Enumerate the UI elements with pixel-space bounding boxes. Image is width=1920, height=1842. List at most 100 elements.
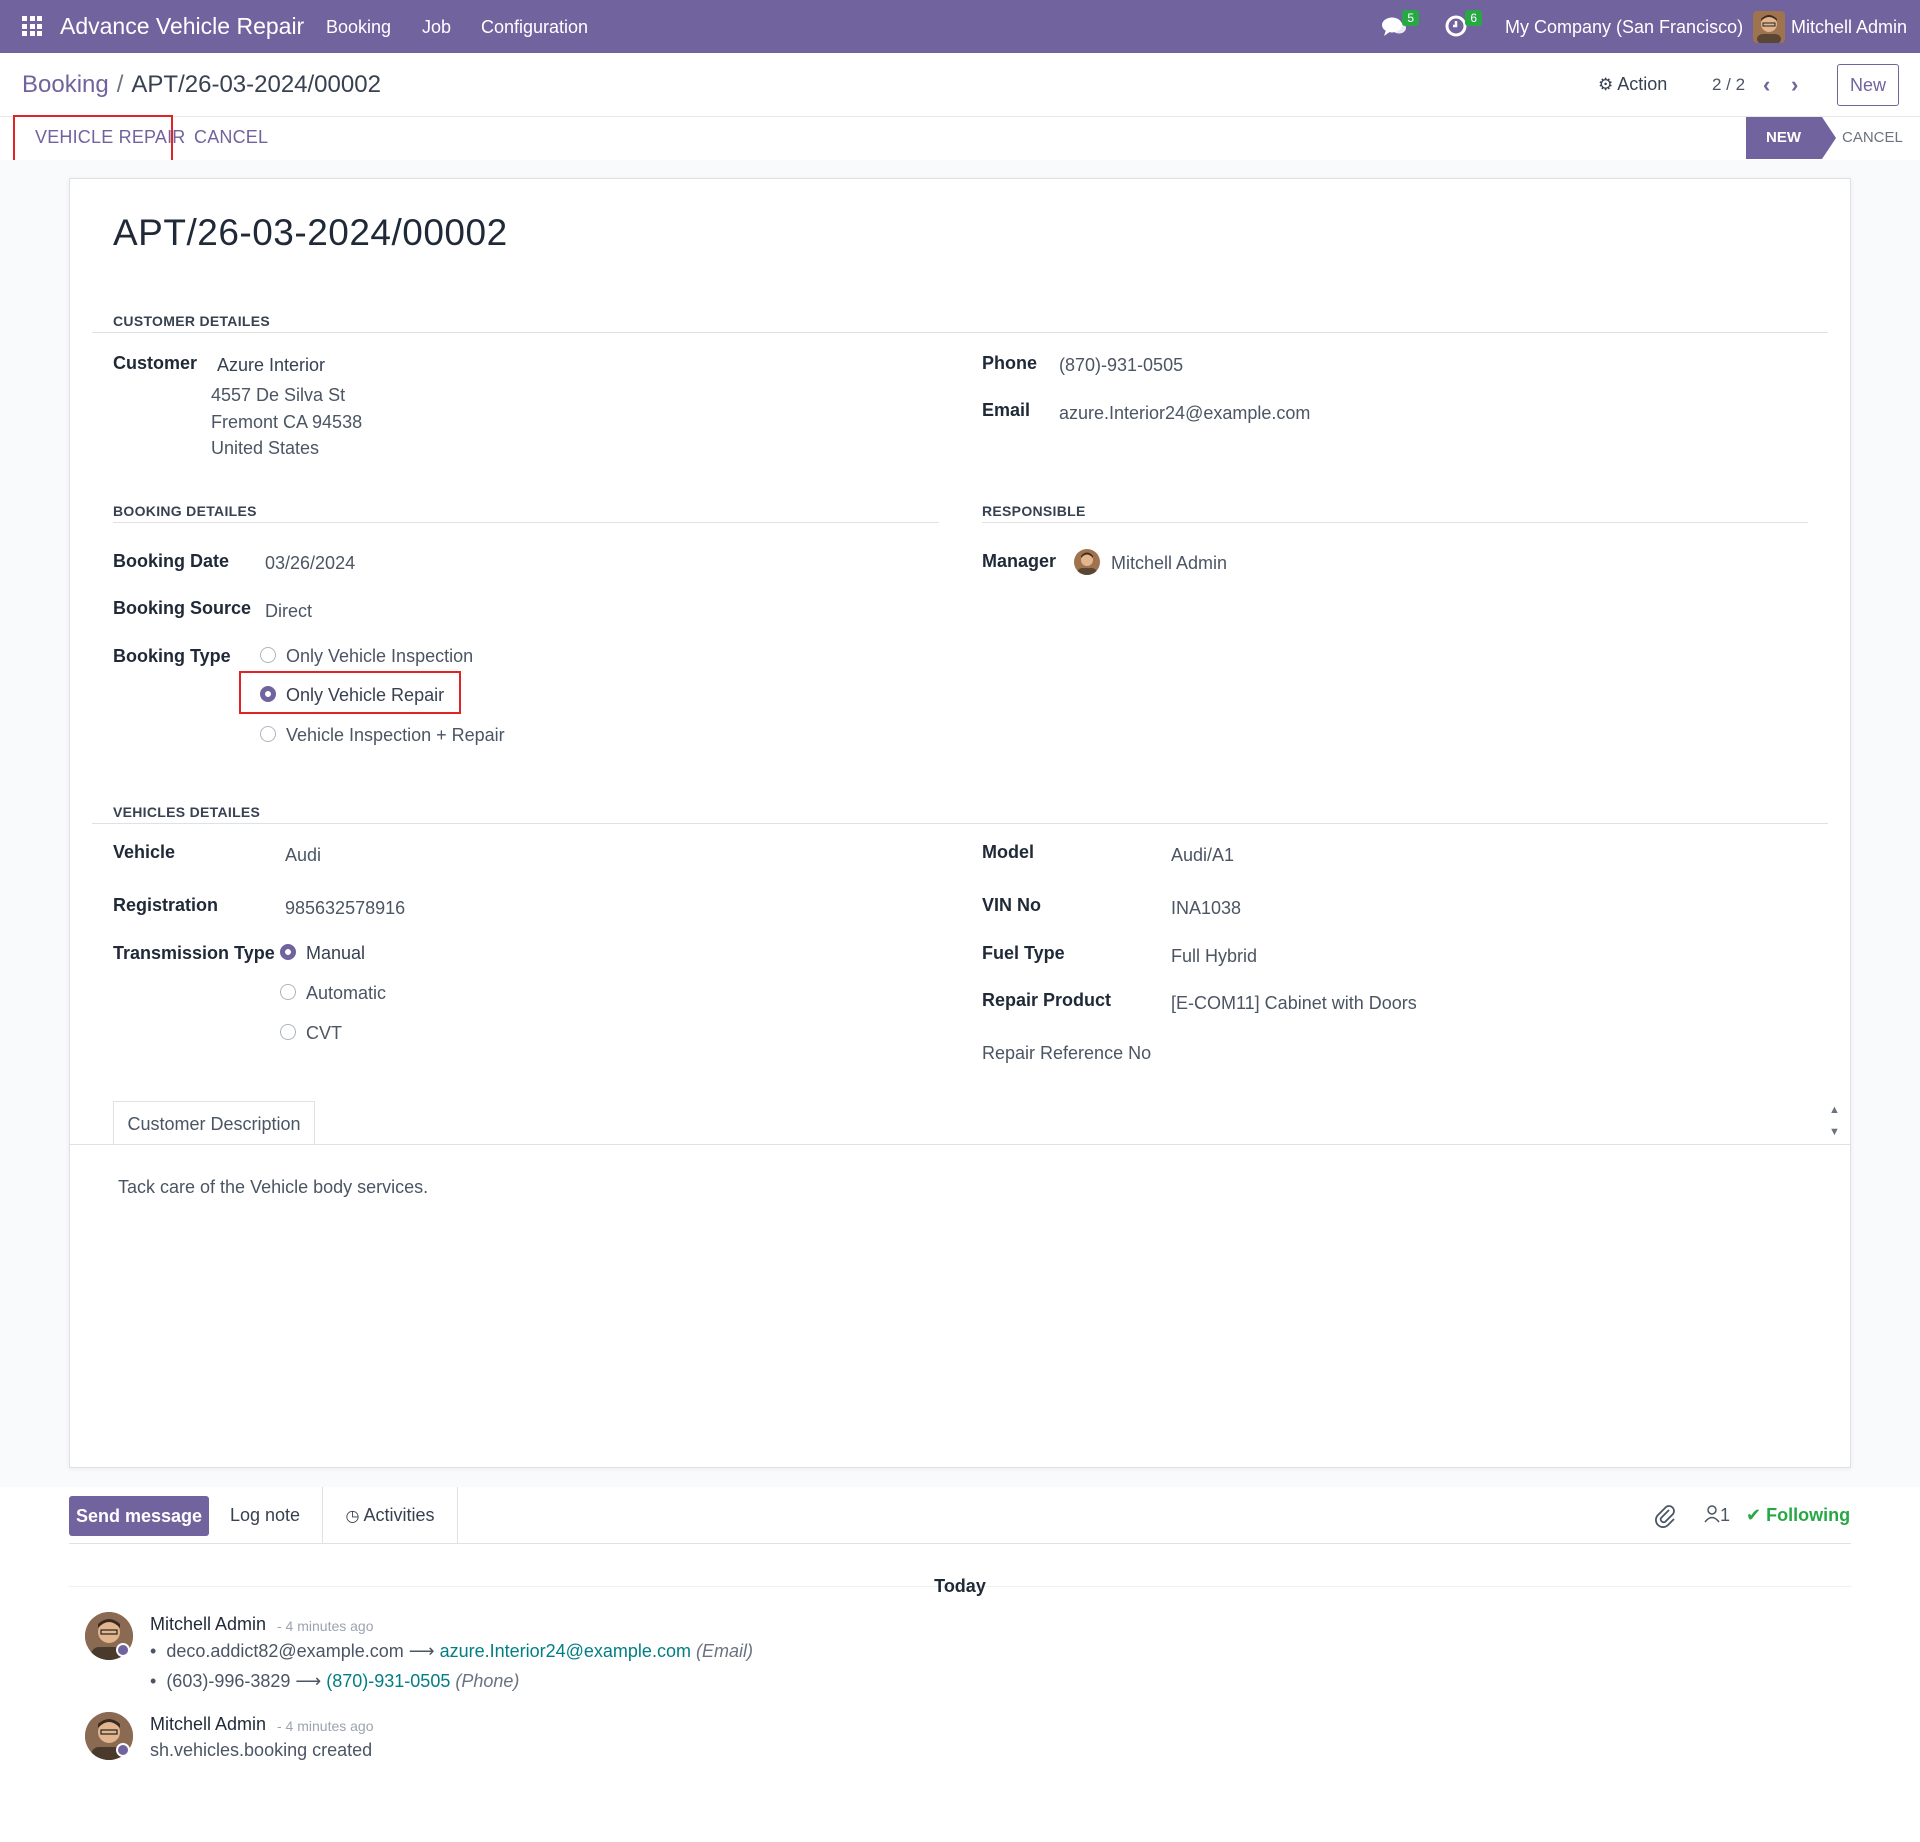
vin-field[interactable]: INA1038 <box>1171 898 1241 919</box>
manager-label: Manager <box>982 551 1057 571</box>
booking-type-option[interactable]: Only Vehicle Inspection <box>286 646 473 667</box>
email-field[interactable]: azure.Interior24@example.com <box>1059 403 1310 424</box>
followers-button[interactable]: 1 <box>1704 1505 1730 1526</box>
booking-type-label: Booking Type <box>113 646 231 666</box>
breadcrumb-parent[interactable]: Booking <box>22 71 109 98</box>
menu-job[interactable]: Job <box>422 17 451 38</box>
booking-type-radio-both[interactable] <box>260 726 276 742</box>
model-field[interactable]: Audi/A1 <box>1171 845 1234 866</box>
repair-product-field[interactable]: [E-COM11] Cabinet with Doors <box>1171 993 1417 1014</box>
registration-label: Registration <box>113 895 219 915</box>
apps-menu-icon[interactable] <box>22 16 42 36</box>
booking-type-radio-inspection[interactable] <box>260 647 276 663</box>
arrow-right-icon: ⟶ <box>295 1671 322 1691</box>
record-title: APT/26-03-2024/00002 <box>113 212 508 253</box>
send-message-button[interactable]: Send message <box>69 1496 209 1536</box>
pager-value[interactable]: 2 / 2 <box>1712 75 1745 95</box>
divider <box>982 522 1808 523</box>
top-navbar: Advance Vehicle Repair Booking Job Confi… <box>0 0 1920 53</box>
date-separator: Today <box>934 1576 986 1596</box>
transmission-radio-cvt[interactable] <box>280 1024 296 1040</box>
message-body: sh.vehicles.booking created <box>150 1740 373 1760</box>
gear-icon: ⚙ <box>1598 75 1614 94</box>
booking-source-label: Booking Source <box>113 598 252 618</box>
pager-next-icon[interactable]: › <box>1791 72 1798 98</box>
section-customer-details: CUSTOMER DETAILES <box>113 313 271 329</box>
divider <box>113 522 939 523</box>
action-menu-button[interactable]: ⚙ Action <box>1598 74 1667 95</box>
phone-field[interactable]: (870)-931-0505 <box>1059 355 1183 376</box>
scroll-down-icon[interactable]: ▼ <box>1829 1126 1840 1138</box>
app-name[interactable]: Advance Vehicle Repair <box>60 13 304 40</box>
fuel-type-field[interactable]: Full Hybrid <box>1171 946 1257 967</box>
activities-label: Activities <box>363 1505 435 1525</box>
online-status-icon <box>116 1743 130 1757</box>
clock-icon: ◷ <box>345 1508 360 1525</box>
field-name: (Email) <box>695 1641 753 1661</box>
check-icon: ✔ <box>1746 1505 1762 1525</box>
repair-product-label: Repair Product <box>982 990 1112 1010</box>
transmission-radio-manual[interactable] <box>280 944 296 960</box>
user-icon <box>1704 1505 1720 1523</box>
menu-configuration[interactable]: Configuration <box>481 17 588 38</box>
online-status-icon <box>116 1643 130 1657</box>
transmission-option[interactable]: Manual <box>306 943 365 964</box>
message-author[interactable]: Mitchell Admin <box>150 1714 266 1735</box>
booking-type-option[interactable]: Vehicle Inspection + Repair <box>286 725 505 746</box>
arrow-right-icon: ⟶ <box>408 1641 435 1661</box>
breadcrumb-current: APT/26-03-2024/00002 <box>131 71 381 98</box>
model-label: Model <box>982 842 1034 862</box>
divider <box>92 332 1828 333</box>
phone-label: Phone <box>982 353 1038 373</box>
cancel-button[interactable]: CANCEL <box>194 127 268 148</box>
customer-field[interactable]: Azure Interior <box>217 355 325 376</box>
customer-description-text[interactable]: Tack care of the Vehicle body services. <box>118 1177 428 1198</box>
new-value[interactable]: azure.Interior24@example.com <box>440 1641 691 1661</box>
tracking-change: • deco.addict82@example.com ⟶ azure.Inte… <box>150 1641 753 1661</box>
vin-label: VIN No <box>982 895 1042 915</box>
transmission-option[interactable]: CVT <box>306 1023 342 1044</box>
log-note-button[interactable]: Log note <box>230 1505 300 1526</box>
following-button[interactable]: ✔ Following <box>1746 1505 1850 1526</box>
divider <box>70 1144 1850 1145</box>
booking-date-field[interactable]: 03/26/2024 <box>265 553 355 574</box>
activities-button[interactable]: ◷ Activities <box>322 1487 458 1544</box>
email-label: Email <box>982 400 1031 420</box>
transmission-option[interactable]: Automatic <box>306 983 386 1004</box>
customer-address-line: 4557 De Silva St <box>211 385 346 405</box>
booking-source-field[interactable]: Direct <box>265 601 312 622</box>
pager-prev-icon[interactable]: ‹ <box>1763 72 1770 98</box>
tab-customer-description[interactable]: Customer Description <box>113 1101 315 1145</box>
followers-count: 1 <box>1720 1505 1731 1525</box>
scroll-up-icon[interactable]: ▲ <box>1829 1104 1840 1116</box>
message-time: - 4 minutes ago <box>277 1618 374 1634</box>
menu-booking[interactable]: Booking <box>326 17 391 38</box>
status-cancel[interactable]: CANCEL <box>1842 129 1903 146</box>
status-new[interactable]: NEW <box>1746 117 1822 159</box>
activities-button[interactable]: 6 <box>1444 10 1482 38</box>
user-menu[interactable]: Mitchell Admin <box>1791 17 1907 38</box>
attachment-button[interactable] <box>1654 1504 1676 1533</box>
status-arrow <box>1822 117 1836 159</box>
repair-reference-label: Repair Reference No <box>982 1043 1152 1063</box>
new-value[interactable]: (870)-931-0505 <box>326 1671 450 1691</box>
user-avatar[interactable] <box>1753 11 1785 43</box>
customer-address-line: United States <box>211 438 320 458</box>
message-author[interactable]: Mitchell Admin <box>150 1614 266 1635</box>
divider <box>0 116 1920 117</box>
vehicle-label: Vehicle <box>113 842 176 862</box>
activities-badge: 6 <box>1465 10 1482 26</box>
following-label: Following <box>1766 1505 1851 1525</box>
transmission-radio-automatic[interactable] <box>280 984 296 1000</box>
highlight-box <box>239 671 461 714</box>
registration-field[interactable]: 985632578916 <box>285 898 405 919</box>
action-label: Action <box>1617 74 1668 94</box>
message-time: - 4 minutes ago <box>277 1718 374 1734</box>
new-button[interactable]: New <box>1837 64 1899 106</box>
manager-field[interactable]: Mitchell Admin <box>1111 553 1227 574</box>
vehicle-field[interactable]: Audi <box>285 845 321 866</box>
transmission-label: Transmission Type <box>113 943 275 963</box>
messages-button[interactable]: 5 <box>1381 10 1419 38</box>
section-booking-details: BOOKING DETAILES <box>113 503 257 519</box>
company-switcher[interactable]: My Company (San Francisco) <box>1505 17 1743 38</box>
